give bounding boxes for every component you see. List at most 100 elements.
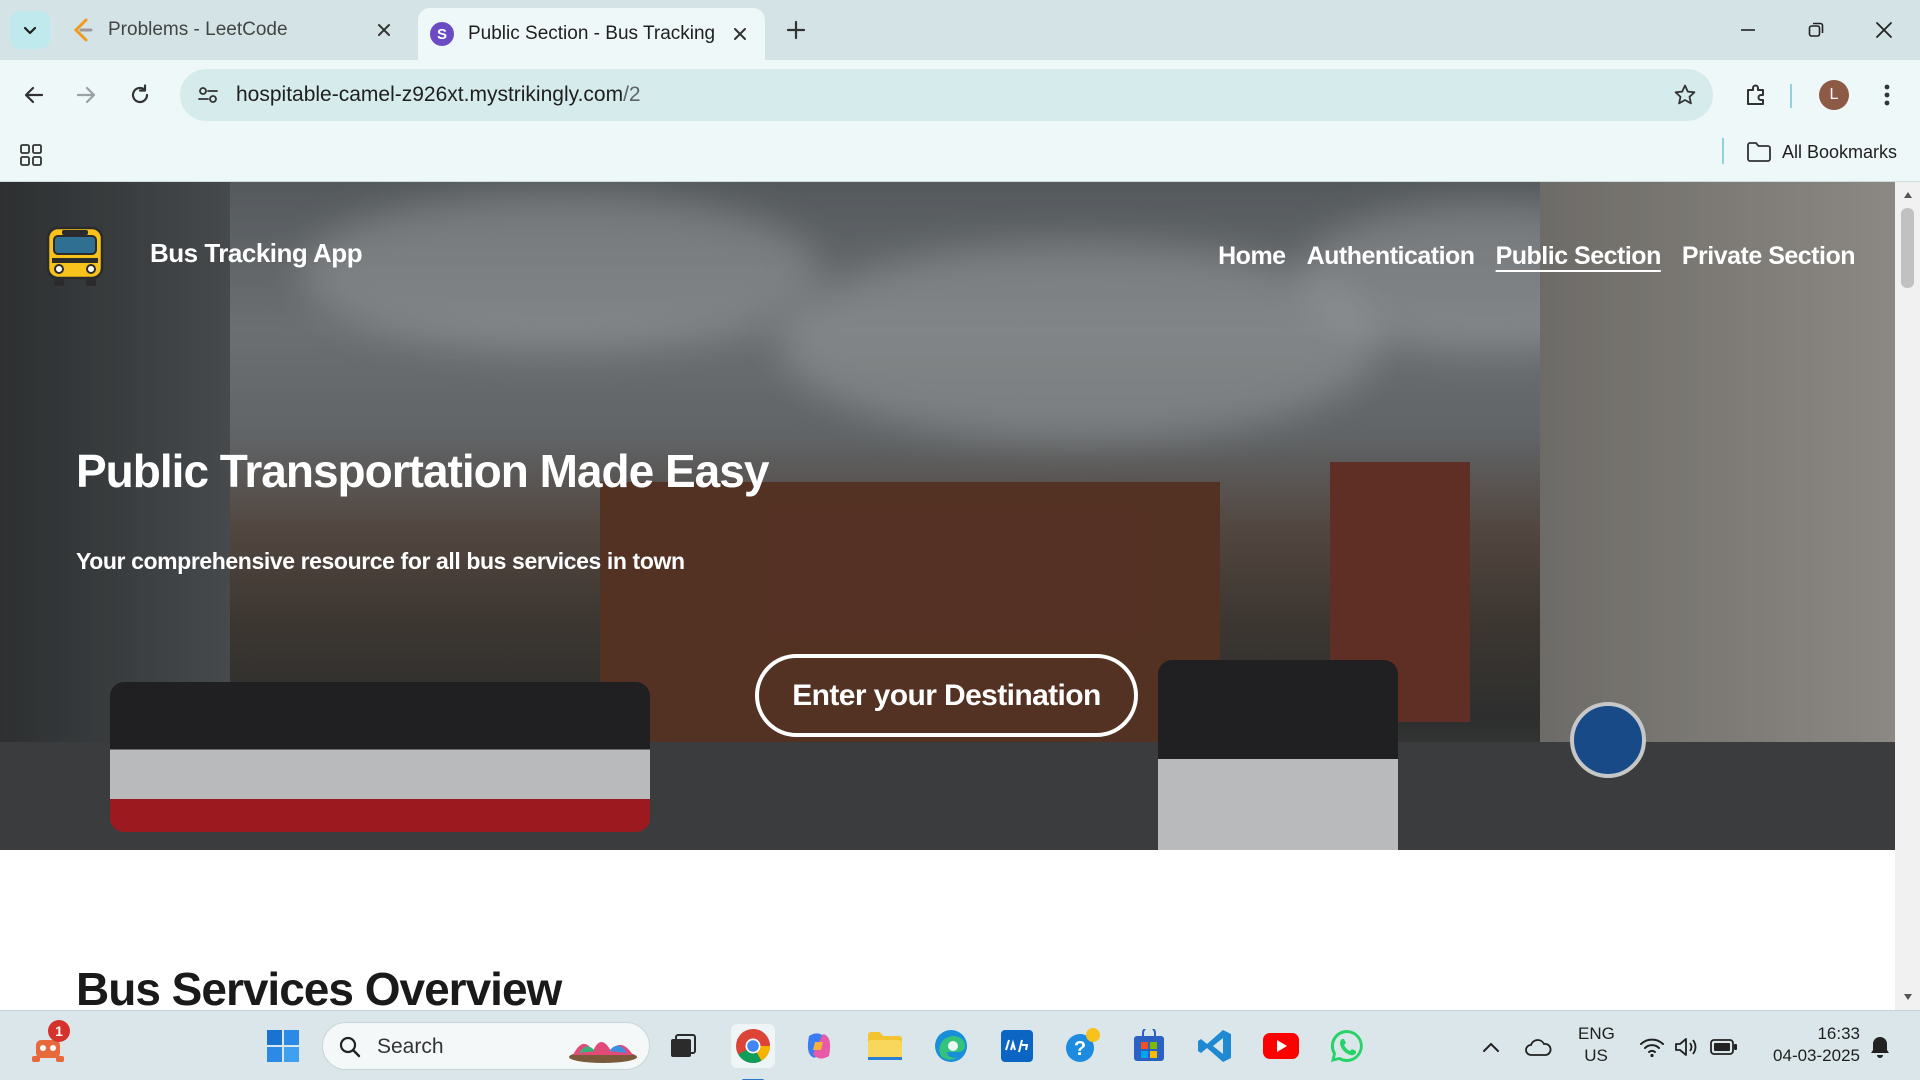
triangle-down-icon [1903,994,1912,1000]
scroll-down-arrow[interactable] [1895,988,1920,1006]
site-brand[interactable]: Bus Tracking App [150,238,363,269]
enter-destination-button[interactable]: Enter your Destination [755,654,1138,737]
search-highlight-art [569,1042,637,1063]
page-scrollbar[interactable] [1895,182,1920,1010]
strikingly-icon: S [430,22,454,46]
help-icon: ? [1066,1028,1100,1062]
tab-close-button[interactable] [370,16,398,44]
page-viewport: Bus Tracking App Home Authentication Pub… [0,182,1920,1010]
url-host: hospitable-camel-z926xt.mystrikingly.com [236,83,624,106]
show-hidden-icons-chevron[interactable] [1477,1033,1505,1061]
all-bookmarks-label: All Bookmarks [1782,141,1898,162]
task-view-button[interactable] [661,1024,705,1068]
volume-tray-icon[interactable] [1672,1033,1700,1061]
taskbar-copilot[interactable] [797,1024,841,1068]
clock[interactable]: 16:33 04-03-2025 [1756,1023,1860,1067]
more-menu-icon[interactable] [1870,77,1904,113]
profile-avatar[interactable]: L [1819,80,1849,110]
tab-strip: Problems - LeetCode S Public Section - B… [0,0,1920,60]
bookmarks-bar: All Bookmarks [0,130,1920,182]
tab-title: Problems - LeetCode [108,19,288,40]
hero-overlay [0,182,1895,850]
copilot-icon [807,1033,831,1059]
youtube-icon [1263,1033,1299,1059]
nav-private-section[interactable]: Private Section [1682,242,1856,271]
site-info-icon[interactable] [194,81,222,109]
plus-icon [786,20,806,40]
store-icon [1134,1029,1164,1061]
bus-logo-icon[interactable] [42,224,108,290]
scroll-up-arrow[interactable] [1895,186,1920,204]
input-language[interactable]: ENG US [1578,1023,1615,1067]
battery-tray-icon[interactable] [1710,1033,1738,1061]
chrome-icon [736,1029,770,1063]
minimize-button[interactable] [1728,12,1768,48]
arrow-right-icon [76,86,96,104]
taskbar-vscode[interactable] [1193,1024,1237,1068]
taskbar-file-explorer[interactable] [863,1024,907,1068]
forward-button[interactable] [66,75,106,115]
url-path: /2 [623,83,641,106]
task-view-icon [671,1034,696,1057]
taskbar-whatsapp[interactable] [1325,1024,1369,1068]
reload-icon [131,84,149,104]
bookmark-star-icon[interactable] [1671,81,1699,109]
tab-public-section[interactable]: S Public Section - Bus Tracking Ap [418,8,765,60]
reload-button[interactable] [120,75,160,115]
chevron-up-icon [1483,1042,1499,1052]
nav-authentication[interactable]: Authentication [1307,242,1476,271]
windows-logo-icon [267,1030,299,1062]
all-bookmarks-button[interactable]: All Bookmarks [1746,138,1897,166]
close-icon [378,24,390,36]
toolbar-divider [1790,84,1792,108]
edge-icon [935,1030,967,1062]
triangle-up-icon [1903,192,1912,198]
hero-subtitle: Your comprehensive resource for all bus … [76,548,685,574]
battery-icon [1710,1039,1737,1055]
leetcode-icon [73,18,93,42]
tab-close-button[interactable] [726,20,754,48]
minimize-icon [1741,29,1755,31]
extensions-puzzle-icon[interactable] [1738,77,1774,113]
vscode-icon [1198,1030,1231,1062]
search-icon [337,1034,363,1060]
back-button[interactable] [14,75,54,115]
taskbar-chrome[interactable] [731,1024,775,1068]
hero-banner: Bus Tracking App Home Authentication Pub… [0,182,1895,850]
start-button[interactable] [261,1024,305,1068]
apps-grid-icon[interactable] [16,140,46,170]
close-window-button[interactable] [1864,12,1904,48]
tab-leetcode[interactable]: Problems - LeetCode [60,0,410,60]
tab-search-button[interactable] [10,11,50,49]
taskbar-widget-app[interactable]: 1 [26,1020,70,1068]
nav-public-section[interactable]: Public Section [1496,242,1662,271]
clock-date: 04-03-2025 [1773,1046,1860,1065]
region-code: US [1584,1046,1608,1065]
restore-button[interactable] [1796,12,1836,48]
scrollbar-thumb[interactable] [1901,208,1914,288]
taskbar-search[interactable]: Search [322,1022,650,1070]
folder-icon [1747,142,1771,162]
taskbar-microsoft-store[interactable] [1127,1024,1171,1068]
taskbar-myhp[interactable] [995,1024,1039,1068]
bell-icon [1871,1037,1889,1058]
wifi-tray-icon[interactable] [1638,1033,1666,1061]
nav-home[interactable]: Home [1218,242,1286,271]
notifications-button[interactable] [1866,1033,1894,1061]
language-code: ENG [1578,1024,1615,1043]
taskbar-edge[interactable] [929,1024,973,1068]
taskbar-youtube[interactable] [1259,1024,1303,1068]
new-tab-button[interactable] [780,14,812,46]
search-placeholder: Search [377,1035,444,1058]
hero-title: Public Transportation Made Easy [76,445,769,497]
bookmarks-divider [1722,138,1724,164]
onedrive-tray-icon[interactable] [1524,1033,1552,1061]
url-text[interactable]: hospitable-camel-z926xt.mystrikingly.com… [236,83,641,107]
speaker-icon [1675,1038,1697,1056]
wifi-icon [1640,1038,1664,1058]
svg-text:?: ? [1074,1038,1086,1060]
taskbar-get-help[interactable]: ? [1061,1024,1105,1068]
address-bar[interactable]: hospitable-camel-z926xt.mystrikingly.com… [180,69,1713,121]
myhp-icon [1001,1030,1033,1062]
site-nav: Home Authentication Public Section Priva… [1218,242,1855,271]
